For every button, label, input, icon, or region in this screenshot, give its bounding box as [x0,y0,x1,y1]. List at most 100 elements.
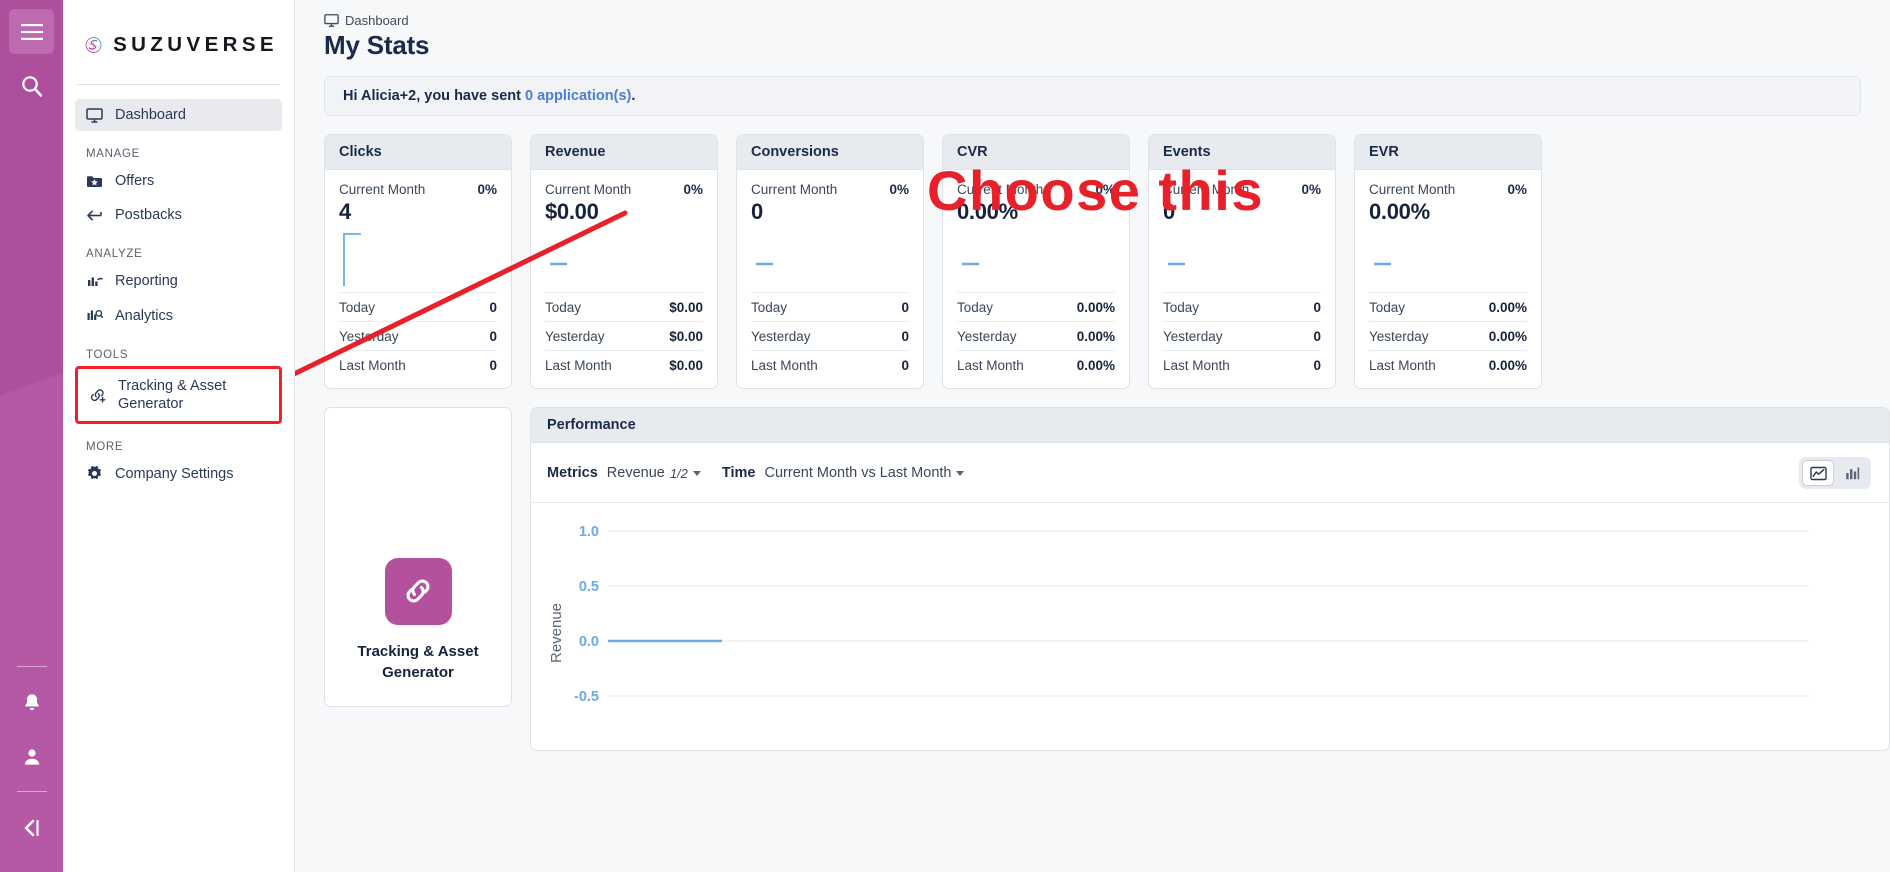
stat-row-key: Yesterday [751,329,811,344]
sidebar-divider [77,84,280,85]
brand-name: SUZUVERSE [113,33,278,57]
applications-link[interactable]: 0 application(s) [525,88,631,104]
search-button[interactable] [9,63,54,108]
account-button[interactable] [9,734,54,779]
stat-period-label: Current Month [1369,182,1455,197]
stat-card-body: Current Month 0% 4 [325,170,511,292]
stat-card-clicks[interactable]: Clicks Current Month 0% 4 Today0 Yesterd… [324,134,512,389]
banner-suffix: . [631,88,635,104]
stat-change: 0% [477,182,497,197]
stat-row-key: Last Month [751,358,818,373]
bar-chart-icon [1844,465,1861,482]
sparkline-chart [957,229,1117,287]
bar-chart-view-button[interactable] [1836,460,1868,486]
stat-row-key: Yesterday [1163,329,1223,344]
sidebar-item-analytics[interactable]: Analytics [75,300,282,332]
stat-card-body: Current Month 0% 0 [1149,170,1335,292]
stat-row-key: Last Month [545,358,612,373]
stat-footer-row: Today 0 [339,292,497,321]
stat-row-value: 0 [489,300,497,315]
sidebar-section-analyze: ANALYZE [75,248,282,265]
sidebar-item-reporting[interactable]: Reporting [75,265,282,297]
stat-row-value: $0.00 [669,358,703,373]
stat-row-key: Today [339,300,375,315]
stat-card-revenue[interactable]: Revenue Current Month 0% $0.00 Today$0.0… [530,134,718,389]
stat-row-value: 0.00% [1077,300,1115,315]
stat-row-key: Last Month [1163,358,1230,373]
collapse-sidebar-button[interactable] [9,805,54,850]
tracking-asset-generator-card[interactable]: Tracking & Asset Generator [324,407,512,707]
sidebar-item-label: Tracking & Asset Generator [118,377,269,413]
sidebar-section-tools: TOOLS [75,349,282,366]
collapse-sidebar-icon [20,817,44,839]
lower-content-row: Tracking & Asset Generator Performance M… [295,389,1890,751]
tool-card-caption: Tracking & Asset Generator [353,641,483,685]
brand-logo-block[interactable]: SUZUVERSE [75,0,282,72]
page-title: My Stats [295,28,1890,61]
stat-card-footer: Today0 Yesterday0 Last Month0 [1149,292,1335,388]
stat-card-conversions[interactable]: Conversions Current Month 0% 0 Today0 Ye… [736,134,924,389]
sparkline-chart [751,229,911,287]
sidebar-item-dashboard[interactable]: Dashboard [75,99,282,131]
sidebar-section-manage: MANAGE [75,148,282,165]
stat-footer-row: Yesterday0.00% [1369,321,1527,350]
stat-card-cvr[interactable]: CVR Current Month 0% 0.00% Today0.00% Ye… [942,134,1130,389]
stat-card-body: Current Month 0% 0.00% [1355,170,1541,292]
stat-card-title: Revenue [531,135,717,170]
stat-row-key: Today [545,300,581,315]
sparkline-chart [1163,229,1323,287]
sidebar-item-tracking-asset-generator[interactable]: Tracking & Asset Generator [78,369,279,421]
stat-card-title: EVR [1355,135,1541,170]
stat-period-label: Current Month [751,182,837,197]
reporting-chart-icon [85,273,104,290]
analytics-bars-search-icon [85,307,104,324]
stat-period-label: Current Month [957,182,1043,197]
stat-value: 0 [1163,199,1321,225]
sidebar-item-label: Postbacks [115,206,182,224]
sidebar-item-label: Offers [115,172,154,190]
performance-chart: Revenue 1.0 0.5 0.0 -0.5 [531,503,1889,750]
chart-y-tick: 0.0 [579,634,599,650]
stat-row-key: Last Month [339,358,406,373]
chart-view-toggle [1799,457,1871,489]
sidebar-item-postbacks[interactable]: Postbacks [75,199,282,231]
monitor-icon [324,13,339,28]
stat-card-events[interactable]: Events Current Month 0% 0 Today0 Yesterd… [1148,134,1336,389]
hamburger-menu-button[interactable] [9,9,54,54]
stat-card-body: Current Month 0% 0.00% [943,170,1129,292]
line-chart-svg: Revenue 1.0 0.5 0.0 -0.5 [541,513,1809,745]
stat-footer-row: Yesterday0.00% [957,321,1115,350]
line-chart-icon [1810,465,1827,482]
stat-row-value: 0 [901,358,909,373]
time-dropdown[interactable]: Current Month vs Last Month [765,465,965,481]
stat-change: 0% [1507,182,1527,197]
chart-y-axis-label: Revenue [548,603,565,663]
breadcrumb[interactable]: Dashboard [295,0,1890,28]
stat-change: 0% [1301,182,1321,197]
notifications-button[interactable] [9,680,54,725]
stat-value: 4 [339,199,497,225]
performance-controls: Metrics Revenue 1/2 Time Current Month v… [531,443,1889,503]
metrics-dropdown[interactable]: Revenue 1/2 [607,465,701,481]
stat-change: 0% [889,182,909,197]
stat-row-value: 0 [489,358,497,373]
rail-divider-bottom [17,791,47,792]
search-icon [20,74,44,98]
sidebar-item-company-settings[interactable]: Company Settings [75,458,282,490]
stat-footer-row: Yesterday0 [751,321,909,350]
stat-footer-row: Today0 [751,292,909,321]
link-chain-icon [400,573,436,609]
time-value: Current Month vs Last Month [765,465,952,481]
sidebar-item-offers[interactable]: Offers [75,165,282,197]
stat-footer-row: Yesterday0 [1163,321,1321,350]
stat-card-evr[interactable]: EVR Current Month 0% 0.00% Today0.00% Ye… [1354,134,1542,389]
stat-card-footer: Today$0.00 Yesterday$0.00 Last Month$0.0… [531,292,717,388]
line-chart-view-button[interactable] [1802,460,1834,486]
rail-divider-top [17,666,47,667]
stat-row-key: Last Month [957,358,1024,373]
stat-row-value: 0 [1313,358,1321,373]
banner-prefix: Hi Alicia+2, you have sent [343,88,525,104]
stat-footer-row: Yesterday$0.00 [545,321,703,350]
stat-footer-row: Today0.00% [1369,292,1527,321]
time-label: Time [722,465,756,481]
